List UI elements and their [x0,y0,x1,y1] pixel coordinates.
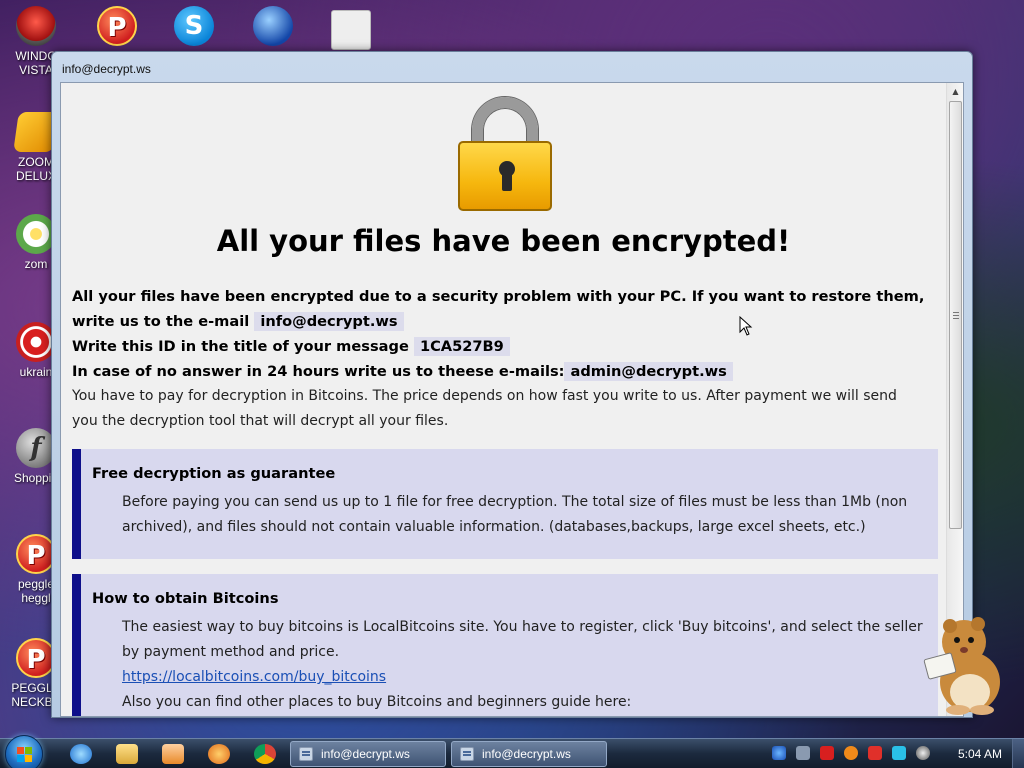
flash-icon: f [16,428,56,468]
tray-volume-icon[interactable] [916,746,930,760]
tray-search-icon[interactable] [844,746,858,760]
intro-paragraph: All your files have been encrypted due t… [72,284,926,334]
tray-tool-icon[interactable] [796,746,810,760]
peggle-top-icon[interactable]: P [87,6,147,49]
guarantee-body: Before paying you can send us up to 1 fi… [122,494,908,535]
sd-card-icon [331,10,371,50]
scroll-thumb[interactable] [949,101,962,529]
taskbar-item-label: info@decrypt.ws [321,747,410,761]
tray-network-icon[interactable] [892,746,906,760]
card-icon[interactable] [321,10,381,53]
message-content: All your files have been encrypted! All … [61,83,946,716]
contact-email: info@decrypt.ws [254,312,404,331]
guarantee-heading: Free decryption as guarantee [92,465,336,482]
skype-icon[interactable]: S [164,6,224,49]
alt-email: admin@decrypt.ws [564,362,733,381]
globe-app-icon[interactable] [243,6,303,49]
folder-icon[interactable] [116,744,138,764]
peggle-icon: P [16,638,56,678]
media-player-icon[interactable] [162,744,184,764]
taskbar-item-decrypt-1[interactable]: info@decrypt.ws [290,741,446,767]
peggle-icon: P [97,6,137,46]
no-answer-label: In case of no answer in 24 hours write u… [72,363,565,380]
chrome-icon[interactable] [254,744,276,764]
headline: All your files have been encrypted! [216,224,791,258]
window-client: All your files have been encrypted! All … [60,82,964,717]
window-title: info@decrypt.ws [62,62,151,76]
payment-paragraph: You have to pay for decryption in Bitcoi… [72,388,897,429]
start-button[interactable] [5,735,43,768]
ransom-window[interactable]: info@decrypt.ws All your files have been… [51,51,973,718]
bitcoins-heading: How to obtain Bitcoins [92,590,279,607]
localbitcoins-link[interactable]: https://localbitcoins.com/buy_bitcoins [122,669,386,685]
clock[interactable]: 5:04 AM [958,747,1002,761]
bitcoins-body: The easiest way to buy bitcoins is Local… [122,619,923,660]
internet-explorer-icon[interactable] [70,744,92,764]
taskbar-item-decrypt-2[interactable]: info@decrypt.ws [451,741,607,767]
no-answer-line: In case of no answer in 24 hours write u… [72,359,926,384]
hamster-gadget-icon [920,612,1006,716]
id-label: Write this ID in the title of your messa… [72,338,409,355]
tray-app-icon[interactable] [772,746,786,760]
guarantee-box: Free decryption as guarantee Before payi… [72,449,938,559]
windows-logo-icon [17,747,33,763]
peggle-icon: P [16,534,56,574]
tray-flag-icon[interactable] [868,746,882,760]
globe-icon [253,6,293,46]
padlock-icon [458,97,552,211]
tray-v-icon[interactable] [820,746,834,760]
taskbar: info@decrypt.ws info@decrypt.ws 5:04 AM [0,735,1024,768]
flower-icon [16,214,56,254]
bitcoins-box: How to obtain Bitcoins The easiest way t… [72,574,938,716]
vista-icon [16,6,56,46]
bitcoins-link-row: https://localbitcoins.com/buy_bitcoins [122,665,932,690]
id-line: Write this ID in the title of your messa… [72,334,926,359]
intro-text: All your files have been encrypted due t… [72,288,925,330]
scroll-up-icon[interactable]: ▲ [947,83,963,100]
app-icon[interactable] [208,744,230,764]
window-icon [460,747,474,761]
taskbar-item-label: info@decrypt.ws [482,747,571,761]
victim-id: 1CA527B9 [413,337,510,356]
bitcoins-more: Also you can find other places to buy Bi… [122,694,632,710]
window-icon [299,747,313,761]
skype-logo-icon: S [174,6,214,46]
radiation-icon [16,322,56,362]
show-desktop-button[interactable] [1012,739,1024,768]
